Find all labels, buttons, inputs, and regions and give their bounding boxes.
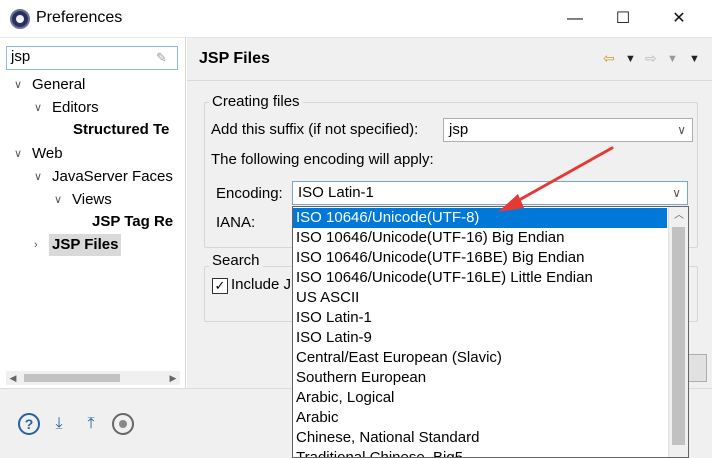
chevron-down-icon: ∨	[677, 123, 686, 137]
tree-item-general[interactable]: General	[32, 74, 85, 96]
scroll-thumb[interactable]	[24, 374, 120, 382]
expand-general-icon[interactable]: ∨	[14, 74, 26, 96]
encoding-option[interactable]: Traditional Chinese, Big5	[293, 448, 667, 457]
encoding-option[interactable]: ISO 10646/Unicode(UTF-16LE) Little Endia…	[293, 268, 667, 288]
encoding-option[interactable]: ISO 10646/Unicode(UTF-16) Big Endian	[293, 228, 667, 248]
header-separator	[187, 80, 712, 81]
encoding-label: Encoding:	[216, 185, 283, 202]
tree-item-jsp-tag-registry[interactable]: JSP Tag Re	[92, 211, 173, 233]
encoding-option[interactable]: ISO Latin-9	[293, 328, 667, 348]
eraser-icon[interactable]: ✎	[156, 50, 174, 66]
title-bar: Preferences — ☐ ✕	[0, 0, 712, 38]
encoding-dropdown-list[interactable]: ISO 10646/Unicode(UTF-8) ISO 10646/Unico…	[292, 206, 689, 458]
export-icon[interactable]: ⤒	[80, 413, 102, 435]
tree-item-editors[interactable]: Editors	[52, 97, 99, 119]
filter-input[interactable]: jsp	[6, 46, 178, 70]
scroll-left-icon[interactable]: ◀	[6, 371, 20, 385]
expand-editors-icon[interactable]: ∨	[34, 97, 46, 119]
close-button[interactable]: ✕	[656, 4, 702, 34]
suffix-combo[interactable]: jsp ∨	[443, 118, 693, 142]
suffix-value: jsp	[449, 121, 469, 138]
collapse-jsp-files-icon[interactable]: ›	[34, 234, 46, 256]
encoding-option[interactable]: US ASCII	[293, 288, 667, 308]
encoding-option[interactable]: ISO Latin-1	[293, 308, 667, 328]
encoding-option[interactable]: Central/East European (Slavic)	[293, 348, 667, 368]
suffix-label: Add this suffix (if not specified):	[211, 121, 419, 138]
page-title: JSP Files	[199, 50, 270, 67]
maximize-button[interactable]: ☐	[600, 4, 646, 34]
iana-label: IANA:	[216, 214, 256, 231]
encoding-option[interactable]: ISO 10646/Unicode(UTF-16BE) Big Endian	[293, 248, 667, 268]
tree-item-jsp-files[interactable]: JSP Files	[49, 234, 122, 256]
include-checkbox[interactable]: ✓	[212, 278, 228, 294]
record-icon[interactable]	[112, 413, 134, 435]
preferences-tree-pane: jsp ✎ ∨ General ∨ Editors Structured Te …	[0, 38, 186, 388]
encoding-option[interactable]: Southern European	[293, 368, 667, 388]
view-menu-icon[interactable]: ▼	[689, 53, 700, 65]
expand-views-icon[interactable]: ∨	[54, 189, 66, 211]
forward-menu-chevron-icon[interactable]: ▼	[667, 53, 678, 65]
tree-item-web[interactable]: Web	[32, 143, 63, 165]
creating-files-label: Creating files	[209, 93, 303, 110]
encoding-value: ISO Latin-1	[298, 184, 374, 201]
red-arrow-icon	[498, 146, 614, 212]
expand-web-icon[interactable]: ∨	[14, 143, 26, 165]
encoding-option[interactable]: Arabic, Logical	[293, 388, 667, 408]
forward-arrow-icon[interactable]: ⇨	[645, 50, 657, 67]
scroll-up-icon[interactable]: ︿	[669, 207, 688, 225]
tree-item-javaserver-faces[interactable]: JavaServer Faces	[52, 166, 173, 188]
dropdown-scroll-thumb[interactable]	[672, 227, 685, 445]
tree-item-structured-text[interactable]: Structured Te	[73, 119, 169, 141]
search-label: Search	[209, 252, 263, 269]
encoding-option[interactable]: Arabic	[293, 408, 667, 428]
back-menu-chevron-icon[interactable]: ▼	[625, 53, 636, 65]
back-arrow-icon[interactable]: ⇦	[603, 50, 615, 67]
include-label: Include J	[231, 276, 292, 293]
help-icon[interactable]: ?	[18, 413, 40, 435]
dropdown-vertical-scrollbar[interactable]: ︿	[668, 207, 688, 457]
encoding-option[interactable]: Chinese, National Standard	[293, 428, 667, 448]
encoding-info-label: The following encoding will apply:	[211, 151, 434, 168]
tree-item-views[interactable]: Views	[72, 189, 112, 211]
chevron-down-icon: ∨	[672, 186, 681, 200]
scroll-right-icon[interactable]: ▶	[166, 371, 180, 385]
tree-horizontal-scrollbar[interactable]: ◀ ▶	[6, 371, 180, 385]
minimize-button[interactable]: —	[552, 4, 598, 34]
eclipse-app-icon	[10, 9, 30, 29]
import-icon[interactable]: ⤓	[48, 413, 70, 435]
expand-jsf-icon[interactable]: ∨	[34, 166, 46, 188]
window-title: Preferences	[36, 9, 123, 26]
